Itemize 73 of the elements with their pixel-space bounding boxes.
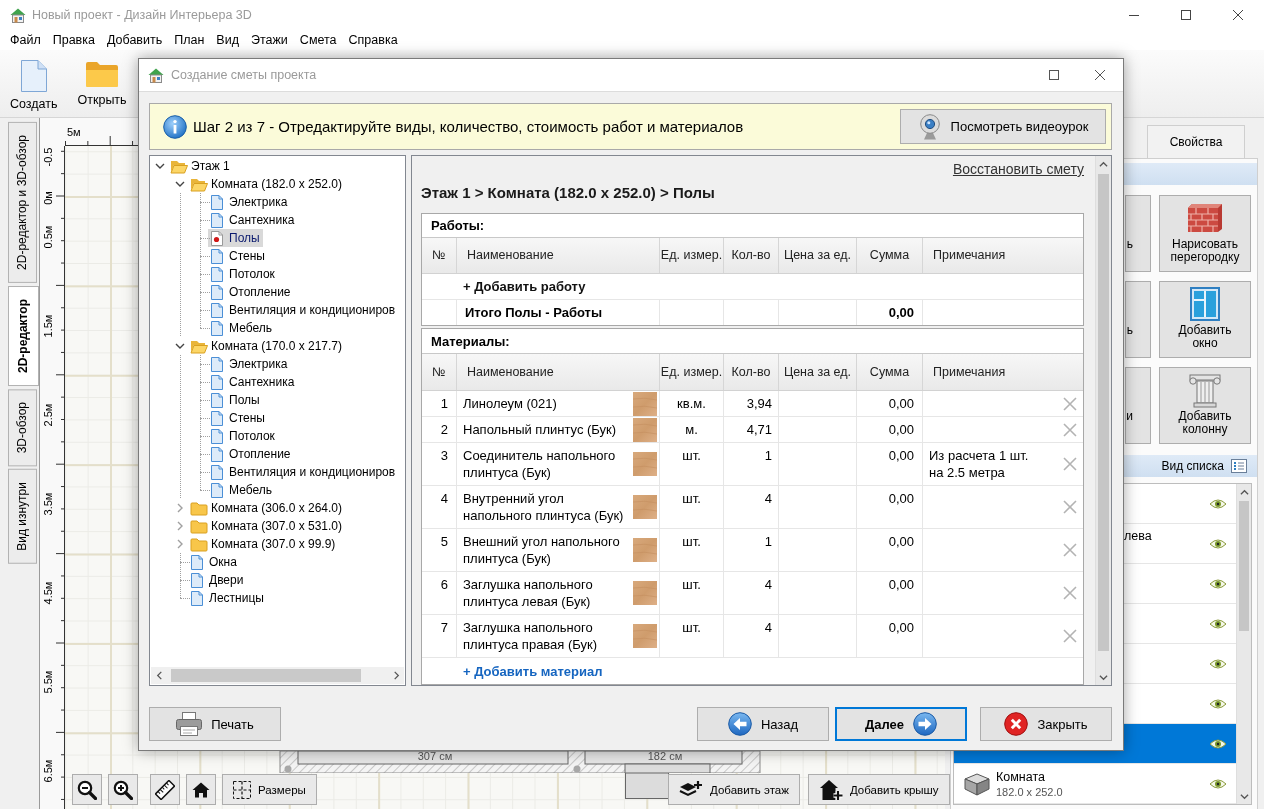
ruler-label: 0м: [42, 191, 54, 205]
column-header: Сумма: [869, 248, 910, 263]
ruler-label: 4.5м: [42, 581, 54, 605]
column-header: Сумма: [869, 364, 910, 380]
column-header: Наименование: [467, 248, 554, 263]
ruler-label: 2.5м: [42, 403, 54, 427]
unit-text: шт.: [682, 576, 701, 593]
sum-value: 0,00: [888, 533, 914, 550]
material-name: Заглушка напольного плинтуса левая (Бук): [463, 576, 594, 610]
quantity-value: 4: [764, 619, 772, 636]
ruler-label: 5.5м: [42, 670, 54, 694]
unit-text: м.: [685, 421, 698, 438]
quantity-value: 1: [764, 533, 772, 550]
sum-value: 0,00: [888, 447, 914, 464]
column-header: №: [432, 364, 446, 380]
column-header: Цена за ед.: [783, 364, 852, 380]
unit-text: шт.: [682, 533, 701, 550]
step-instructions: Шаг 2 из 7 - Отредактируйте виды, количество, стоимость работ и материалов: [193, 118, 744, 135]
quantity-value: 4,71: [746, 421, 772, 438]
total-sum: 0,00: [888, 304, 914, 321]
column-header: Ед. измер.: [660, 248, 723, 263]
ruler-label: 0.5м: [42, 225, 54, 249]
row-number: 5: [440, 533, 448, 550]
sum-value: 0,00: [888, 395, 914, 412]
column-header: Примечания: [933, 248, 1006, 263]
row-number: 2: [440, 421, 448, 438]
row-number: 1: [440, 395, 448, 412]
window-title: Новый проект - Дизайн Интерьера 3D: [32, 8, 252, 22]
object-name: Комната: [996, 768, 1046, 785]
quantity-value: 4: [764, 576, 772, 593]
breadcrumb: Этаж 1 > Комната (182.0 x 252.0) > Полы: [421, 184, 716, 203]
dialog-title: Создание сметы проекта: [171, 68, 317, 82]
unit-text: кв.м.: [677, 395, 706, 412]
row-number: 4: [440, 490, 448, 507]
quantity-value: 4: [764, 490, 772, 507]
ruler-label: -0.5: [42, 147, 54, 167]
material-name: Внутренний угол напольного плинтуса (Бук): [463, 490, 625, 524]
dimension-label: 307 см: [417, 751, 453, 762]
sum-value: 0,00: [888, 576, 914, 593]
row-number: 6: [440, 576, 448, 593]
material-name: Заглушка напольного плинтуса правая (Бук): [463, 619, 599, 653]
material-name: Напольный плинтус (Бук): [463, 421, 618, 438]
row-number: 3: [440, 447, 448, 464]
column-header: Ед. измер.: [660, 364, 723, 380]
column-header: Цена за ед.: [783, 248, 852, 263]
unit-text: шт.: [682, 619, 701, 636]
object-size: 182.0 x 252.0: [996, 784, 1063, 799]
ruler-label: 1.5м: [42, 314, 54, 338]
sum-value: 0,00: [888, 421, 914, 438]
dimension-label: 182 см: [647, 751, 683, 762]
material-name: Внешний угол напольного плинтуса (Бук): [463, 533, 621, 567]
row-number: 7: [440, 619, 448, 636]
column-header: Кол-во: [731, 248, 771, 263]
column-header: Кол-во: [731, 364, 771, 380]
total-label: Итого Полы - Работы: [465, 304, 602, 321]
unit-text: шт.: [682, 447, 701, 464]
ruler-label: 3.5м: [42, 492, 54, 516]
column-header: Примечания: [933, 364, 1006, 380]
section-title: Работы:: [430, 218, 485, 233]
ruler-label: 6.5м: [42, 759, 54, 783]
sum-value: 0,00: [888, 490, 914, 507]
sum-value: 0,00: [888, 619, 914, 636]
ruler-label: 5м: [67, 126, 81, 138]
quantity-value: 1: [764, 447, 772, 464]
quantity-value: 3,94: [746, 395, 772, 412]
material-name: Линолеум (021): [463, 395, 558, 412]
object-name: лева: [1124, 529, 1152, 543]
note-text: Из расчета 1 шт. на 2.5 метра: [929, 447, 1030, 481]
unit-text: шт.: [682, 490, 701, 507]
section-title: Материалы:: [430, 333, 510, 349]
column-header: №: [432, 248, 446, 263]
column-header: Наименование: [467, 364, 554, 380]
material-name: Соединитель напольного плинтуса (Бук): [463, 447, 617, 481]
